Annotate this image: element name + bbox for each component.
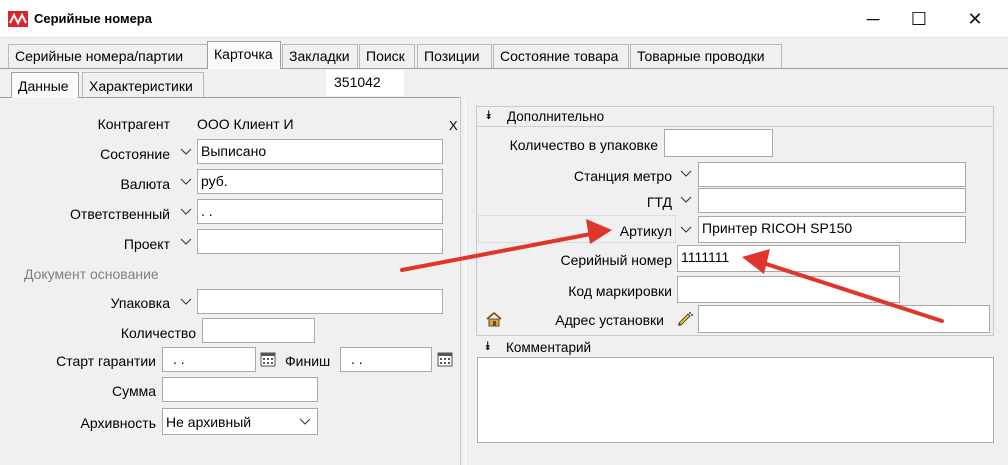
artikul-field[interactable]: Принтер RICOH SP150 — [698, 216, 966, 243]
record-id: 351042 — [326, 70, 404, 96]
edit-pencil-icon[interactable] — [676, 310, 694, 326]
collapse-chevron-icon[interactable]: ⯯ — [484, 339, 491, 354]
valyuta-field[interactable]: руб. — [197, 169, 443, 194]
chevron-down-icon[interactable] — [677, 218, 695, 242]
serial-label: Серийный номер — [560, 252, 672, 268]
kontragent-label: Контрагент — [97, 116, 170, 132]
marking-field[interactable] — [677, 276, 900, 303]
tab-positions[interactable]: Позиции — [417, 44, 492, 68]
arkhivnost-value: Не архивный — [166, 414, 252, 430]
start-label: Старт гарантии — [56, 353, 156, 369]
extra-panel-title: Дополнительно — [507, 109, 605, 124]
comment-textarea[interactable] — [477, 357, 994, 443]
metro-label: Станция метро — [573, 168, 672, 184]
tab-card[interactable]: Карточка — [207, 41, 281, 69]
chevron-down-icon[interactable] — [177, 140, 195, 164]
tab-product-state[interactable]: Состояние товара — [493, 44, 629, 68]
artikul-label: Артикул — [619, 223, 672, 239]
chevron-down-icon[interactable] — [177, 200, 195, 224]
app-logo-icon — [8, 11, 28, 27]
close-button[interactable]: ✕ — [952, 0, 998, 38]
serial-field[interactable]: 1111111 — [677, 245, 900, 272]
proekt-label: Проект — [123, 236, 170, 252]
title-bar: Серийные номера ─ ☐ ✕ — [0, 0, 1008, 38]
kolichestvo-label: Количество — [120, 325, 196, 341]
gtd-label: ГТД — [646, 194, 672, 210]
chevron-down-icon[interactable] — [177, 290, 195, 314]
otvetstvenny-field[interactable]: . . — [197, 199, 443, 224]
minimize-icon: ─ — [866, 8, 880, 29]
marking-label: Код маркировки — [568, 283, 672, 299]
gtd-field[interactable] — [698, 188, 966, 213]
chevron-down-icon[interactable] — [177, 230, 195, 254]
address-label: Адрес установки — [555, 312, 664, 328]
kolichestvo-field[interactable] — [202, 318, 315, 343]
doc-osnovanie-label: Документ основание — [24, 266, 159, 282]
upakovka-field[interactable] — [197, 289, 443, 314]
tab-label: Позиции — [424, 48, 480, 64]
tab-search[interactable]: Поиск — [359, 44, 415, 68]
tab-label: Состояние товара — [500, 48, 619, 64]
qty-pack-label: Количество в упаковке — [509, 137, 658, 153]
subtab-label: Данные — [18, 78, 69, 94]
tab-label: Карточка — [214, 46, 273, 62]
summa-field[interactable] — [162, 377, 318, 402]
panel-splitter[interactable] — [460, 97, 466, 465]
tab-label: Серийные номера/партии — [15, 48, 184, 64]
calendar-icon[interactable] — [437, 351, 453, 367]
maximize-icon: ☐ — [910, 8, 928, 29]
proekt-field[interactable] — [197, 229, 443, 254]
tab-label: Поиск — [366, 48, 405, 64]
arkhivnost-select[interactable]: Не архивный — [162, 408, 318, 435]
sostoyanie-field[interactable]: Выписано — [197, 139, 443, 164]
tab-bookmarks[interactable]: Закладки — [282, 44, 358, 68]
upakovka-label: Упаковка — [110, 295, 170, 311]
metro-field[interactable] — [698, 162, 966, 187]
chevron-down-icon[interactable] — [677, 162, 695, 186]
arkhivnost-label: Архивность — [80, 415, 156, 431]
subtab-label: Характеристики — [89, 78, 193, 94]
qty-pack-field[interactable] — [664, 129, 773, 157]
start-date-field[interactable]: . . — [162, 347, 256, 372]
comment-panel-header[interactable]: ⯯ Комментарий — [476, 338, 994, 358]
chevron-down-icon[interactable] — [677, 188, 695, 212]
summa-label: Сумма — [112, 383, 156, 399]
comment-panel-title: Комментарий — [506, 340, 592, 355]
clear-kontragent-button[interactable]: X — [449, 118, 458, 133]
chevron-down-icon — [299, 418, 311, 425]
kontragent-value: ООО Клиент И — [197, 116, 294, 132]
otvetstvenny-label: Ответственный — [70, 206, 170, 222]
maximize-button[interactable]: ☐ — [896, 0, 942, 38]
tab-product-postings[interactable]: Товарные проводки — [630, 44, 782, 68]
subtab-characteristics[interactable]: Характеристики — [82, 72, 204, 98]
window-title: Серийные номера — [34, 11, 152, 26]
extra-panel-header[interactable]: ⯯ Дополнительно — [477, 107, 993, 127]
tab-label: Закладки — [289, 48, 350, 64]
finish-date-field[interactable]: . . — [340, 347, 432, 372]
tab-label: Товарные проводки — [637, 48, 765, 64]
address-field[interactable] — [698, 305, 990, 333]
calendar-icon[interactable] — [260, 351, 276, 367]
subtab-data[interactable]: Данные — [11, 72, 79, 98]
valyuta-label: Валюта — [120, 176, 170, 192]
tab-serial-numbers[interactable]: Серийные номера/партии — [8, 44, 208, 68]
chevron-down-icon[interactable] — [177, 170, 195, 194]
minimize-button[interactable]: ─ — [850, 0, 896, 38]
collapse-chevron-icon[interactable]: ⯯ — [485, 108, 492, 123]
finish-label: Финиш — [285, 353, 331, 369]
sostoyanie-label: Состояние — [100, 146, 170, 162]
close-icon: ✕ — [967, 8, 983, 29]
